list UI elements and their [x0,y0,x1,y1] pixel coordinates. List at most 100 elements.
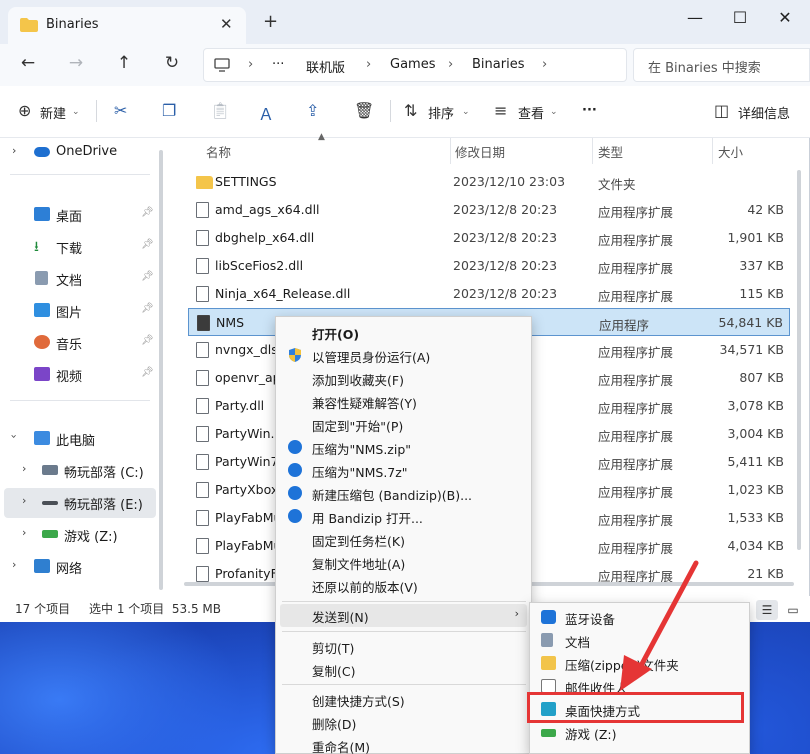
copy-icon[interactable]: ❐ [162,101,176,120]
video-icon [34,367,50,381]
menu-item-label: 重命名(M) [312,740,371,754]
desktop-icon [34,207,50,221]
refresh-button[interactable]: ↻ [160,53,184,73]
file-size: 1,901 KB [727,230,784,245]
sidebar-item-label: 音乐 [56,338,83,353]
tiles-view-icon[interactable]: ▭ [782,600,804,620]
menu-item-pin-start[interactable]: 固定到"开始"(P) [280,413,527,436]
menu-item-open[interactable]: 打开(O) [280,321,527,344]
sidebar-item-drive-z[interactable]: › 游戏 (Z:) [0,520,158,550]
file-size: 54,841 KB [718,315,783,330]
column-divider[interactable] [450,138,451,164]
share-icon[interactable]: ⇪ [306,101,319,120]
menu-item-open-bandizip[interactable]: 用 Bandizip 打开... [280,505,527,528]
sidebar-item-drive-c[interactable]: › 畅玩部落 (C:) [0,456,158,486]
menu-item-new-archive[interactable]: 新建压缩包 (Bandizip)(B)... [280,482,527,505]
submenu-item-label: 文档 [565,635,591,650]
forward-button[interactable]: → [64,53,88,73]
document-icon [541,633,553,647]
new-tab-button[interactable]: + [263,11,278,32]
sort-button[interactable]: 排序 [428,103,454,122]
sidebar-item-music[interactable]: 音乐 📌︎ [0,328,158,358]
breadcrumb-item[interactable]: 联机版 [306,57,345,76]
menu-divider [282,631,526,632]
minimize-button[interactable]: — [680,8,710,27]
sidebar-item-downloads[interactable]: ⭳ 下载 📌︎ [0,232,158,262]
close-window-button[interactable]: ✕ [770,8,800,27]
chevron-down-icon: ⌄ [72,107,80,117]
address-row: ← → ↑ ↻ › ··· 联机版 › Games › Binaries › 在… [0,44,810,86]
file-list-scrollbar[interactable] [797,170,801,550]
column-header-date[interactable]: 修改日期 [455,142,505,161]
column-divider[interactable] [592,138,593,164]
chevron-right-icon[interactable]: › [12,558,16,571]
sidebar-item-desktop[interactable]: 桌面 📌︎ [0,200,158,230]
column-header-type[interactable]: 类型 [598,142,623,161]
rename-icon[interactable]: Ａ [258,101,274,125]
menu-item-compress-zip[interactable]: 压缩为"NMS.zip" [280,436,527,459]
file-row[interactable]: amd_ags_x64.dll 2023/12/8 20:23 应用程序扩展 4… [188,196,790,224]
submenu-item-drive-z[interactable]: 游戏 (Z:) [532,721,747,744]
menu-item-compress-7z[interactable]: 压缩为"NMS.7z" [280,459,527,482]
new-button[interactable]: 新建 [40,103,66,122]
breadcrumb-item[interactable]: Binaries [472,57,524,72]
file-name: Party.dll [215,398,265,413]
view-button[interactable]: 查看 [518,103,544,122]
breadcrumb-item[interactable]: Games [390,57,435,72]
more-button[interactable]: ··· [582,103,597,118]
sidebar-item-videos[interactable]: 视频 📌︎ [0,360,158,390]
chevron-right-icon[interactable]: › [22,526,26,539]
menu-item-delete[interactable]: 删除(D) [280,711,527,734]
back-button[interactable]: ← [16,53,40,73]
menu-item-run-as-admin[interactable]: 以管理员身份运行(A) [280,344,527,367]
details-button[interactable]: 详细信息 [738,103,790,122]
file-type: 应用程序扩展 [598,205,674,220]
delete-icon[interactable]: 🗑︎ [354,101,374,120]
details-view-icon[interactable]: ☰ [756,600,778,620]
sidebar-item-onedrive[interactable]: › OneDrive [0,138,158,168]
sidebar-scrollbar[interactable] [159,150,163,590]
sidebar-item-pictures[interactable]: 图片 📌︎ [0,296,158,326]
address-bar[interactable]: › ··· 联机版 › Games › Binaries › [203,48,627,82]
menu-item-copy[interactable]: 复制(C) [280,658,527,681]
paste-icon[interactable]: 📋︎ [210,101,230,120]
file-row[interactable]: SETTINGS 2023/12/10 23:03 文件夹 [188,168,790,196]
sidebar-item-documents[interactable]: 文档 📌︎ [0,264,158,294]
tab-close-icon[interactable]: ✕ [220,15,233,33]
file-row[interactable]: dbghelp_x64.dll 2023/12/8 20:23 应用程序扩展 1… [188,224,790,252]
menu-item-copy-path[interactable]: 复制文件地址(A) [280,551,527,574]
search-input[interactable]: 在 Binaries 中搜索 [648,57,761,76]
menu-item-label: 还原以前的版本(V) [312,580,418,595]
menu-item-create-shortcut[interactable]: 创建快捷方式(S) [280,688,527,711]
breadcrumb-overflow[interactable]: ··· [272,57,284,72]
sidebar-item-this-pc[interactable]: › 此电脑 [0,424,158,454]
chevron-right-icon[interactable]: › [22,462,26,475]
chevron-right-icon[interactable]: › [22,494,26,507]
item-count: 17 个项目 [15,602,71,616]
pin-icon: 📌︎ [141,239,154,250]
menu-item-add-favorites[interactable]: 添加到收藏夹(F) [280,367,527,390]
column-divider[interactable] [712,138,713,164]
sidebar-item-drive-e[interactable]: › 畅玩部落 (E:) [4,488,156,518]
search-box[interactable]: 在 Binaries 中搜索 [633,48,810,82]
column-header-size[interactable]: 大小 [718,142,743,161]
menu-item-cut[interactable]: 剪切(T) [280,635,527,658]
menu-item-restore-versions[interactable]: 还原以前的版本(V) [280,574,527,597]
maximize-button[interactable]: ☐ [725,8,755,27]
sidebar-item-network[interactable]: › 网络 [0,552,158,582]
menu-item-pin-taskbar[interactable]: 固定到任务栏(K) [280,528,527,551]
menu-item-send-to[interactable]: 发送到(N) › [280,604,527,627]
column-header-name[interactable]: 名称 [206,142,231,161]
menu-item-rename[interactable]: 重命名(M) [280,734,527,754]
chevron-right-icon[interactable]: › [12,144,16,157]
cut-icon[interactable]: ✂ [114,101,127,120]
chevron-down-icon[interactable]: › [8,434,21,438]
shield-icon [289,348,301,362]
up-button[interactable]: ↑ [112,53,136,73]
file-size: 1,023 KB [727,482,784,497]
sidebar-item-label: 畅玩部落 (E:) [64,498,143,513]
file-row[interactable]: libSceFios2.dll 2023/12/8 20:23 应用程序扩展 3… [188,252,790,280]
menu-item-compatibility[interactable]: 兼容性疑难解答(Y) [280,390,527,413]
tab-binaries[interactable]: Binaries ✕ [8,7,246,44]
file-row[interactable]: Ninja_x64_Release.dll 2023/12/8 20:23 应用… [188,280,790,308]
